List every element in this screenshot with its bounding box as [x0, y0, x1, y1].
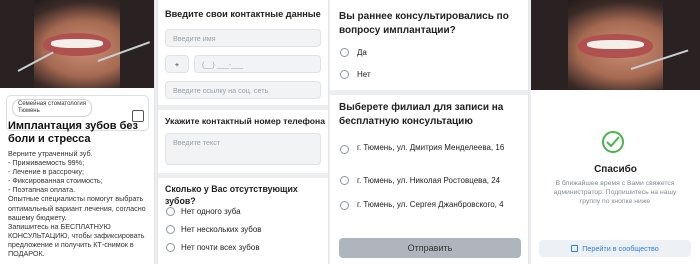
- teeth-option-radio[interactable]: [166, 207, 175, 216]
- hero-photo: [0, 0, 154, 88]
- branch-option-radio[interactable]: [340, 145, 349, 154]
- text-input[interactable]: Введите текст: [165, 133, 321, 165]
- promo-panel: Семейная стоматология Тюмень Имплантация…: [0, 0, 155, 264]
- promo-description: Верните утраченный зуб. - Приживаемость …: [8, 149, 146, 259]
- section-divider: [158, 173, 328, 178]
- social-link-input[interactable]: Введите ссылку на соц. сеть: [165, 81, 321, 99]
- phone-title: Укажите контактный номер телефона: [165, 116, 326, 126]
- branch-option-label: г. Тюмень, ул. Сергея Джанбровского, 4: [357, 200, 504, 209]
- teeth-option-radio[interactable]: [166, 243, 175, 252]
- branch-option-label: г. Тюмень, ул. Николая Ростовцева, 24: [357, 176, 501, 185]
- teeth-option-radio[interactable]: [166, 225, 175, 234]
- teeth-option-label: Нет почти всех зубов: [181, 243, 260, 252]
- teeth-question: Сколько у Вас отсутствующих зубов?: [165, 184, 298, 206]
- clinic-chip: Семейная стоматология Тюмень: [12, 99, 92, 117]
- thanks-title: Спасибо: [594, 164, 637, 175]
- photo-hair: [531, 0, 569, 90]
- phone-input[interactable]: (__) ___-___: [194, 55, 321, 73]
- success-check-icon: [602, 131, 624, 153]
- photo-teeth: [50, 38, 104, 48]
- send-button[interactable]: Отправить: [339, 238, 521, 258]
- thanks-text: В ближайшее время с Вами свяжется админи…: [553, 180, 677, 205]
- branch-question: Выберете филиал для записи на бесплатную…: [339, 102, 504, 127]
- contacts-title: Введите свои контактные данные: [165, 9, 321, 19]
- community-button-label: Перейти в сообщество: [582, 244, 659, 253]
- photo-hair: [120, 0, 154, 88]
- consult-option-label: Нет: [357, 70, 371, 79]
- hero-photo: [531, 0, 700, 90]
- contacts-form-panel: Введите свои контактные данные Введите и…: [157, 0, 329, 264]
- photo-hair: [0, 0, 34, 88]
- section-divider: [158, 105, 328, 110]
- external-link-icon: [571, 245, 579, 252]
- section-divider: [330, 90, 528, 95]
- community-button[interactable]: Перейти в сообщество: [539, 240, 691, 257]
- consult-question: Вы раннее консультировались по вопросу и…: [339, 11, 509, 36]
- photo-teeth: [586, 39, 645, 49]
- branch-option-radio[interactable]: [340, 176, 349, 185]
- survey-panel: Вы раннее консультировались по вопросу и…: [330, 0, 529, 264]
- photo-hair: [662, 0, 700, 90]
- branch-option-radio[interactable]: [340, 201, 349, 210]
- teeth-option-label: Нет одного зуба: [181, 207, 241, 216]
- consult-option-label: Да: [357, 48, 367, 57]
- consult-option-radio[interactable]: [340, 48, 349, 57]
- name-input[interactable]: Введите имя: [165, 29, 321, 47]
- phone-code-input[interactable]: +: [165, 55, 189, 73]
- thanks-panel: Спасибо В ближайшее время с Вами свяжетс…: [531, 0, 700, 264]
- promo-title: Имплантация зубов без боли и стресса: [8, 120, 138, 145]
- branch-option-label: г. Тюмень, ул. Дмитрия Менделеева, 16: [357, 143, 505, 152]
- consult-option-radio[interactable]: [340, 70, 349, 79]
- teeth-option-label: Нет нескольких зубов: [181, 225, 262, 234]
